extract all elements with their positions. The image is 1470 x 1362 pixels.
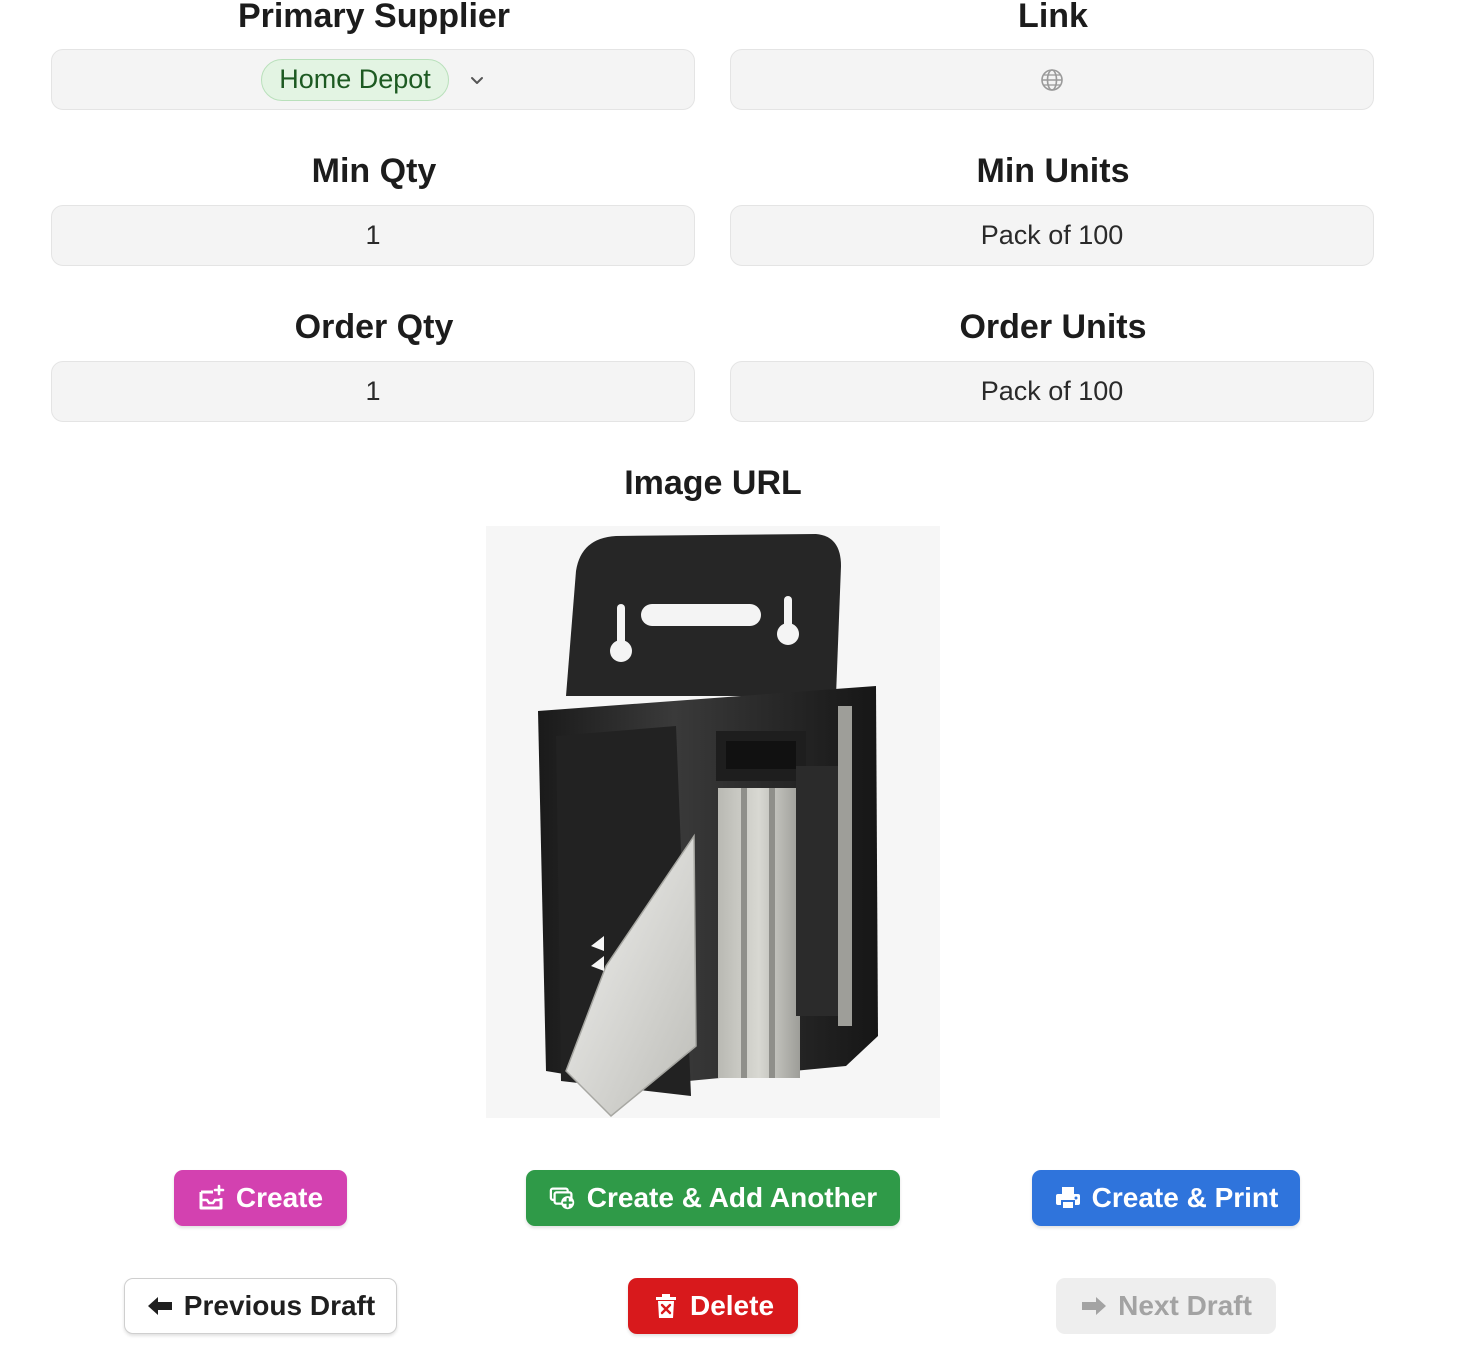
previous-draft-label: Previous Draft	[183, 1290, 376, 1321]
order-qty-input[interactable]: 1	[51, 361, 695, 422]
copy-plus-icon	[549, 1187, 574, 1210]
min-qty-input[interactable]: 1	[51, 205, 695, 266]
delete-button[interactable]: Delete	[628, 1278, 798, 1334]
inbox-plus-icon	[199, 1184, 225, 1210]
min-units-input[interactable]: Pack of 100	[730, 205, 1374, 266]
order-qty-value: 1	[365, 376, 381, 406]
globe-icon	[1041, 68, 1063, 91]
min-qty-value: 1	[365, 220, 381, 250]
create-add-another-label: Create & Add Another	[586, 1182, 878, 1213]
trash-icon	[655, 1294, 676, 1318]
min-units-value: Pack of 100	[980, 220, 1124, 250]
create-print-label: Create & Print	[1091, 1182, 1279, 1213]
order-qty-label: Order Qty	[294, 308, 454, 346]
arrow-right-icon	[1082, 1297, 1107, 1315]
order-units-label: Order Units	[959, 308, 1147, 346]
min-units-label: Min Units	[976, 152, 1130, 190]
printer-icon	[1055, 1187, 1080, 1210]
primary-supplier-select[interactable]: Home Depot	[51, 49, 695, 110]
create-label: Create	[235, 1182, 324, 1213]
image-url-label: Image URL	[624, 464, 802, 502]
next-draft-label: Next Draft	[1118, 1290, 1252, 1321]
supplier-tag: Home Depot	[261, 58, 449, 101]
previous-draft-button[interactable]: Previous Draft	[124, 1278, 397, 1334]
primary-supplier-label: Primary Supplier	[237, 0, 511, 35]
next-draft-button[interactable]: Next Draft	[1056, 1278, 1276, 1334]
min-qty-label: Min Qty	[311, 152, 437, 190]
link-label: Link	[1018, 0, 1088, 35]
order-units-input[interactable]: Pack of 100	[730, 361, 1374, 422]
product-image: <001 offset="0" stop-color="#ffffff"/>	[486, 526, 940, 1118]
chevron-down-icon[interactable]	[469, 72, 485, 88]
link-field[interactable]	[730, 49, 1374, 110]
delete-label: Delete	[689, 1290, 775, 1321]
order-units-value: Pack of 100	[980, 376, 1124, 406]
create-print-button[interactable]: Create & Print	[1032, 1170, 1300, 1226]
arrow-left-icon	[147, 1297, 172, 1315]
create-button[interactable]: Create	[174, 1170, 347, 1226]
create-add-another-button[interactable]: Create & Add Another	[526, 1170, 900, 1226]
